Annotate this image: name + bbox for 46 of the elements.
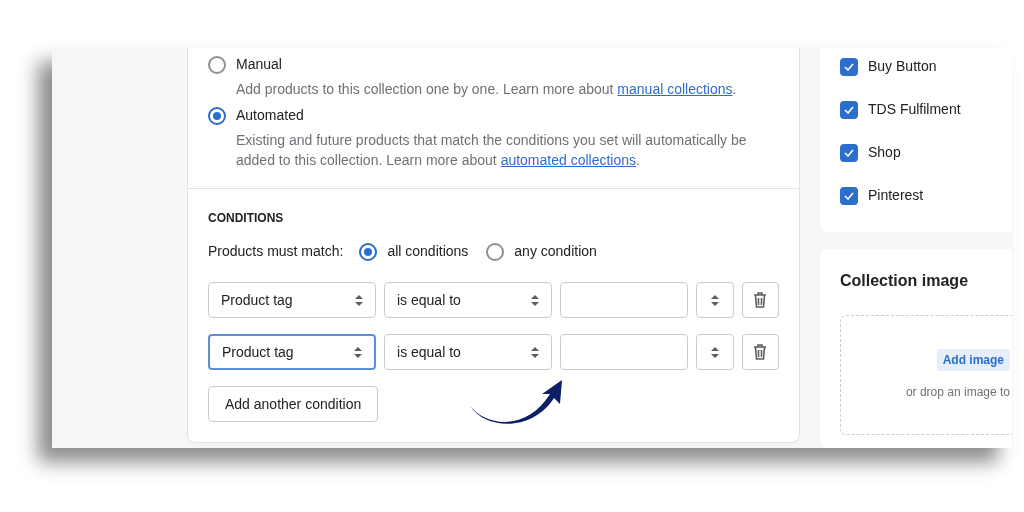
- field-select[interactable]: Product tag: [208, 334, 376, 370]
- radio-button[interactable]: [208, 106, 226, 125]
- radio-button[interactable]: [359, 242, 378, 261]
- checkbox-label: Buy Button: [868, 57, 937, 76]
- updown-caret-icon: [710, 294, 719, 306]
- updown-caret-icon: [710, 346, 719, 358]
- add-condition-button[interactable]: Add another condition: [208, 386, 379, 422]
- checkmark-icon: [844, 105, 854, 114]
- checkbox-label: Shop: [868, 143, 901, 162]
- radio-label: any condition: [514, 242, 597, 261]
- operator-select[interactable]: is equal to: [384, 282, 552, 318]
- card-title: Collection image: [840, 271, 970, 291]
- operator-select[interactable]: is equal to: [384, 334, 552, 370]
- checkbox[interactable]: [840, 57, 858, 76]
- section-heading: CONDITIONS: [208, 210, 285, 227]
- updown-caret-icon: [531, 294, 539, 306]
- learn-more-link[interactable]: manual collections: [617, 81, 733, 97]
- updown-caret-icon: [355, 294, 363, 306]
- option-description: Existing and future products that match the conditions you set will automatically be added to this collection. Learn more about automated collections.: [235, 131, 748, 170]
- option-description: Add products to this collection one by one. Learn more about manual collections.: [235, 80, 738, 99]
- updown-caret-icon: [354, 346, 362, 358]
- updown-caret-icon: [531, 346, 539, 358]
- drop-hint: or drop an image to: [905, 384, 1010, 401]
- value-input[interactable]: [560, 282, 688, 318]
- radio-label: all conditions: [387, 242, 469, 261]
- radio-label: Manual: [236, 55, 282, 74]
- field-select[interactable]: Product tag: [208, 282, 376, 318]
- trash-icon: [753, 344, 768, 360]
- trash-icon: [753, 292, 768, 308]
- match-label: Products must match:: [208, 242, 344, 261]
- delete-button[interactable]: [741, 334, 779, 370]
- value-input[interactable]: [560, 334, 688, 370]
- checkbox-label: Pinterest: [868, 186, 924, 205]
- checkmark-icon: [844, 148, 854, 157]
- checkmark-icon: [844, 191, 854, 200]
- delete-button[interactable]: [741, 282, 779, 318]
- checkbox[interactable]: [840, 143, 858, 162]
- image-drop-zone[interactable]: Add image or drop an image to: [840, 315, 1012, 435]
- add-image-button[interactable]: Add image: [936, 349, 1010, 371]
- checkbox[interactable]: [840, 186, 858, 205]
- radio-button[interactable]: [208, 55, 226, 74]
- checkbox-label: TDS Fulfilment: [868, 100, 961, 119]
- radio-label: Automated: [236, 106, 304, 125]
- radio-button[interactable]: [486, 242, 505, 261]
- checkbox[interactable]: [840, 100, 858, 119]
- checkmark-icon: [844, 62, 854, 71]
